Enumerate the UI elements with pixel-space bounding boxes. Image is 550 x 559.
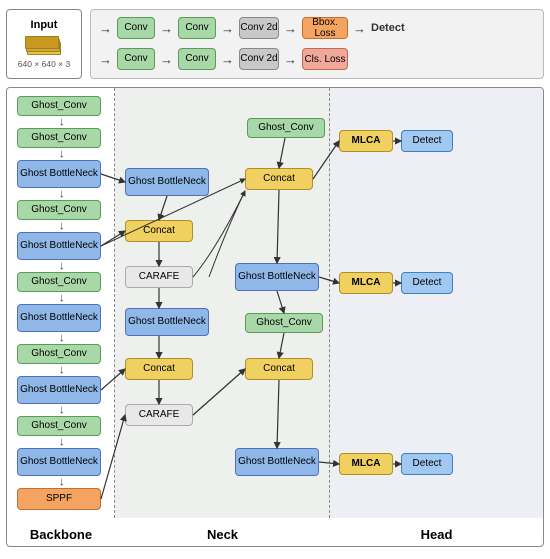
conv-3: Conv <box>117 48 155 70</box>
neck-concat-1: Concat <box>125 220 193 242</box>
neck-section-label: Neck <box>115 527 330 542</box>
neck-ghost-bottleneck-1: Ghost BottleNeck <box>125 168 209 196</box>
input-size: 640 × 640 × 3 <box>18 59 70 69</box>
detect-label-top: Detect <box>371 22 405 34</box>
backbone-ghost-conv-1: Ghost_Conv <box>17 96 101 116</box>
main-diagram: Backbone Neck Head Ghost_Conv ↓ Ghost_Co… <box>6 87 544 547</box>
layer-stack-icon <box>25 35 63 55</box>
backbone-ghost-conv-5: Ghost_Conv <box>17 344 101 364</box>
backbone-sppf: SPPF <box>17 488 101 510</box>
neck-carafe-1: CARAFE <box>125 266 193 288</box>
conv-4: Conv <box>178 48 216 70</box>
neck-ghost-bottleneck-2: Ghost BottleNeck <box>125 308 209 336</box>
backbone-ghost-bottleneck-4: Ghost BottleNeck <box>17 376 101 404</box>
neck-ghost-bottleneck-4: Ghost BottleNeck <box>235 448 319 476</box>
backbone-ghost-conv-3: Ghost_Conv <box>17 200 101 220</box>
pipeline-row-1: → Conv → Conv → Conv 2d → Bbox. Loss → D… <box>99 17 535 39</box>
pipeline-row-2: → Conv → Conv → Conv 2d → Cls. Loss <box>99 48 535 70</box>
detect-pipeline: → Conv → Conv → Conv 2d → Bbox. Loss → D… <box>90 9 544 79</box>
conv-2: Conv <box>178 17 216 39</box>
neck-concat-3: Concat <box>245 168 313 190</box>
conv2d-2: Conv 2d <box>239 48 279 70</box>
cls-loss: Cls. Loss <box>302 48 348 70</box>
head-mlca-3: MLCA <box>339 453 393 475</box>
backbone-ghost-bottleneck-3: Ghost BottleNeck <box>17 304 101 332</box>
input-box: Input 640 × 640 × 3 <box>6 9 82 79</box>
conv-1: Conv <box>117 17 155 39</box>
head-section-label: Head <box>330 527 543 542</box>
bbox-loss: Bbox. Loss <box>302 17 348 39</box>
input-label: Input <box>31 19 58 31</box>
head-mlca-2: MLCA <box>339 272 393 294</box>
head-detect-1: Detect <box>401 130 453 152</box>
head-mlca-1: MLCA <box>339 130 393 152</box>
neck-ghost-bottleneck-3: Ghost BottleNeck <box>235 263 319 291</box>
conv2d-1: Conv 2d <box>239 17 279 39</box>
head-detect-2: Detect <box>401 272 453 294</box>
backbone-ghost-bottleneck-5: Ghost BottleNeck <box>17 448 101 476</box>
backbone-ghost-conv-6: Ghost_Conv <box>17 416 101 436</box>
neck-ghost-conv-mid: Ghost_Conv <box>245 313 323 333</box>
backbone-ghost-conv-4: Ghost_Conv <box>17 272 101 292</box>
backbone-ghost-bottleneck-1: Ghost BottleNeck <box>17 160 101 188</box>
neck-concat-2: Concat <box>125 358 193 380</box>
neck-concat-4: Concat <box>245 358 313 380</box>
backbone-section-label: Backbone <box>7 527 115 542</box>
backbone-ghost-bottleneck-2: Ghost BottleNeck <box>17 232 101 260</box>
neck-ghost-conv-top: Ghost_Conv <box>247 118 325 138</box>
neck-carafe-2: CARAFE <box>125 404 193 426</box>
head-detect-3: Detect <box>401 453 453 475</box>
backbone-ghost-conv-2: Ghost_Conv <box>17 128 101 148</box>
